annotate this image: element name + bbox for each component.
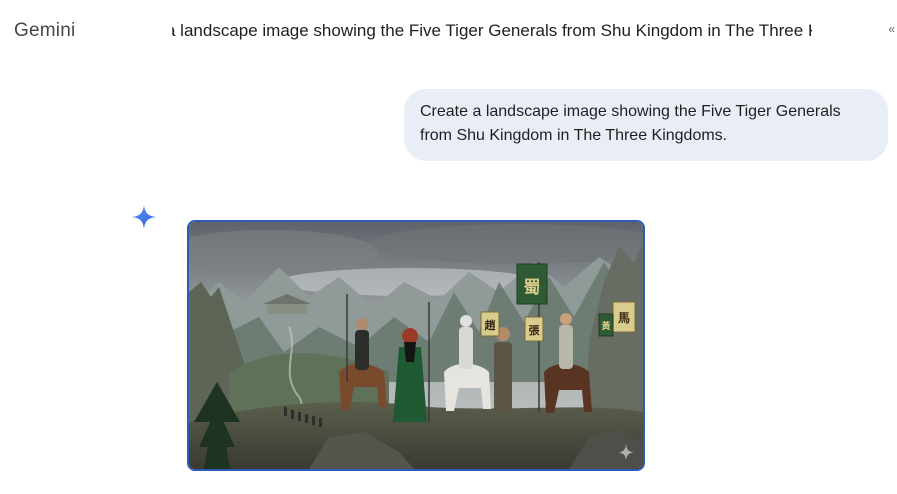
conversation-title: a landscape image showing the Five Tiger… (172, 20, 812, 44)
generated-image-artwork: 蜀 趙 張 馬 黃 (189, 222, 643, 469)
generated-image[interactable]: 蜀 趙 張 馬 黃 (187, 220, 645, 471)
user-prompt-text: Create a landscape image showing the Fiv… (420, 103, 841, 144)
collapse-icon[interactable]: « (888, 22, 895, 36)
gemini-sparkle-icon (132, 205, 156, 229)
banner-zhao: 趙 (485, 318, 497, 332)
banner-zhang: 張 (529, 324, 541, 337)
gemini-logo-text[interactable]: Gemini (14, 20, 75, 42)
user-prompt-bubble: Create a landscape image showing the Fiv… (404, 89, 888, 161)
conversation-title-text: a landscape image showing the Five Tiger… (172, 21, 812, 40)
banner-ma: 馬 (618, 311, 630, 325)
banner-huang: 黃 (600, 320, 610, 332)
top-bar: Gemini a landscape image showing the Fiv… (0, 0, 897, 60)
banner-shu: 蜀 (524, 278, 541, 298)
